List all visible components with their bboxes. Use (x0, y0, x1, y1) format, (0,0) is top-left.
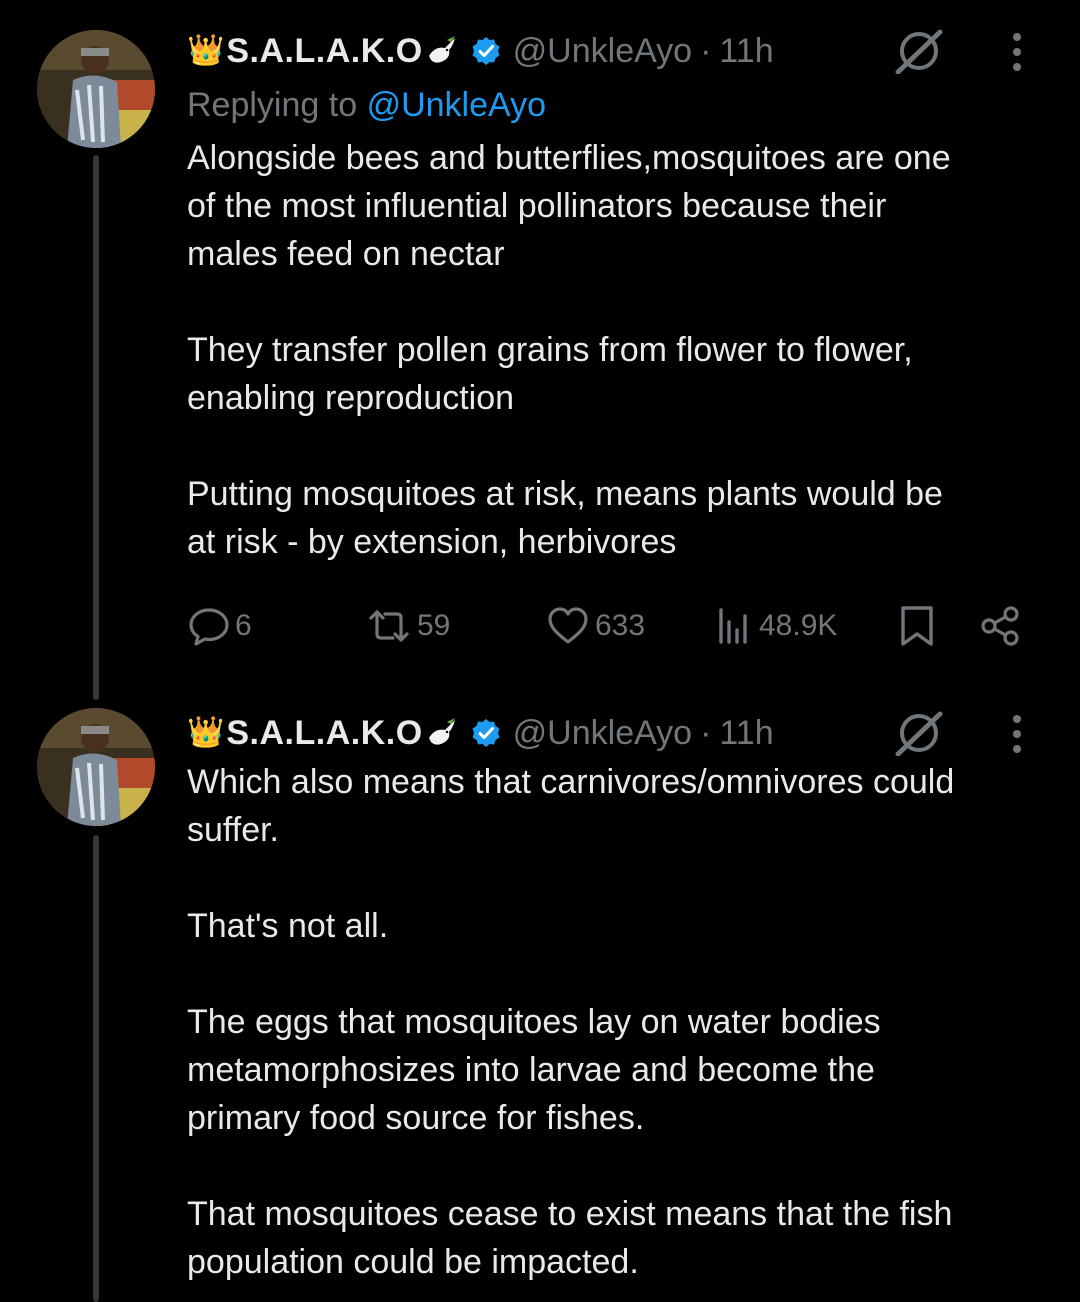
handle[interactable]: @UnkleAyo (513, 32, 692, 71)
replying-to: Replying to @UnkleAyo (187, 76, 1037, 134)
dove-icon (428, 36, 455, 63)
separator-dot: · (700, 31, 712, 70)
views-count: 48.9K (759, 609, 838, 642)
like-count: 633 (595, 609, 646, 642)
like-button[interactable]: 633 (545, 596, 645, 656)
repost-count: 59 (417, 609, 451, 642)
reply-button[interactable]: 6 (187, 596, 252, 656)
replying-prefix: Replying to (187, 86, 358, 124)
tweet-paragraph: Putting mosquitoes at risk, means plants… (187, 475, 943, 561)
handle[interactable]: @UnkleAyo (513, 714, 692, 753)
verified-badge-icon (472, 37, 500, 65)
tweet-paragraph: They transfer pollen grains from flower … (187, 331, 913, 417)
replying-mention-link[interactable]: @UnkleAyo (367, 86, 546, 124)
repost-button[interactable]: 59 (365, 596, 450, 656)
display-name[interactable]: S.A.L.A.K.O (226, 32, 422, 71)
thread-line (93, 155, 99, 700)
thread-line (93, 835, 99, 1302)
reply-bubble-icon (189, 608, 229, 646)
repost-icon (369, 610, 409, 642)
avatar[interactable] (37, 708, 155, 826)
tweet-header: 👑 S.A.L.A.K.O @UnkleAyo · 11h (187, 26, 1037, 76)
avatar[interactable] (37, 30, 155, 148)
views-bar-chart-icon (719, 608, 747, 644)
tweet-text: Alongside bees and butterflies,mosquitoe… (187, 134, 1037, 566)
more-dots-icon[interactable] (1010, 714, 1024, 754)
tweet-paragraph: That's not all. (187, 907, 389, 945)
share-icon (981, 606, 1019, 646)
heart-icon (548, 607, 588, 644)
tweet-text: Which also means that carnivores/omnivor… (187, 758, 1037, 1286)
tweet[interactable]: 👑 S.A.L.A.K.O @UnkleAyo · 11h (0, 700, 1080, 1302)
bookmark-button[interactable] (899, 596, 935, 656)
tweet-paragraph: The eggs that mosquitoes lay on water bo… (187, 1003, 881, 1137)
share-button[interactable] (979, 596, 1023, 656)
tweet-paragraph: Alongside bees and butterflies,mosquitoe… (187, 139, 951, 273)
views-button[interactable]: 48.9K (715, 596, 837, 656)
display-name[interactable]: S.A.L.A.K.O (226, 714, 422, 753)
tweet-paragraph: That mosquitoes cease to exist means tha… (187, 1195, 953, 1281)
tweet[interactable]: 👑 S.A.L.A.K.O @UnkleAyo · 11h (0, 0, 1080, 700)
bookmark-icon (901, 606, 933, 646)
timestamp[interactable]: 11h (719, 32, 773, 71)
separator-dot: · (700, 713, 712, 752)
more-dots-icon[interactable] (1010, 32, 1024, 72)
timestamp[interactable]: 11h (719, 714, 773, 753)
reply-count: 6 (235, 609, 252, 642)
grok-icon[interactable] (894, 710, 944, 756)
tweet-actions: 6 59 633 48.9K (187, 596, 1037, 656)
grok-icon[interactable] (894, 28, 944, 74)
tweet-paragraph: Which also means that carnivores/omnivor… (187, 763, 955, 849)
crown-emoji: 👑 (187, 716, 225, 749)
verified-badge-icon (472, 719, 500, 747)
tweet-header: 👑 S.A.L.A.K.O @UnkleAyo · 11h (187, 708, 1037, 758)
crown-emoji: 👑 (187, 34, 225, 67)
dove-icon (428, 718, 455, 745)
